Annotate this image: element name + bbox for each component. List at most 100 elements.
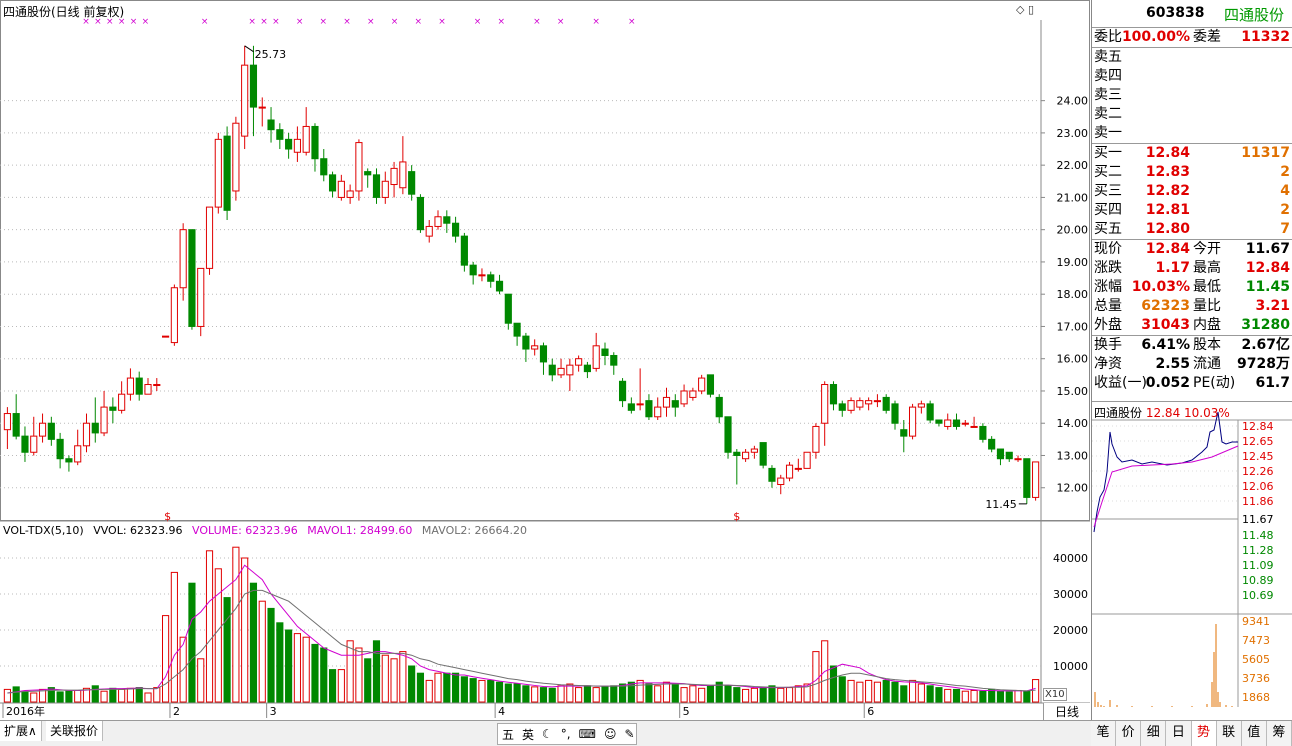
volume-bar [425,679,433,703]
sell-row[interactable]: 卖四 [1092,67,1292,86]
tab-xi[interactable]: 细 [1141,721,1167,746]
buy-row[interactable]: 买五 12.80 7 [1092,220,1292,239]
buy-row[interactable]: 买二 12.83 2 [1092,163,1292,182]
candle-up [917,403,925,408]
punct-icon[interactable]: °, [561,727,571,741]
kline-svg[interactable]: 24.00 23.00 22.00 21.00 20.00 19.00 18.00 17.00… [0,0,1090,720]
tab-ri[interactable]: 日 [1166,721,1192,746]
candle-down [416,196,425,231]
sell-label: 卖一 [1094,125,1122,141]
intraday-svg[interactable]: 12.84 12.65 12.45 12.26 12.06 11.86 11.67 11.48… [1092,402,1292,721]
volume-bar [979,690,987,703]
sell-row[interactable]: 卖三 [1092,86,1292,105]
signal-marker: × [533,17,541,27]
volume-bar [495,681,504,703]
mini-price: 12.84 [1145,406,1181,420]
candle-up [478,274,486,277]
buy-label: 买五 [1094,221,1122,237]
expand-tab[interactable]: 扩展∧ [0,721,42,741]
candle-up [944,419,952,427]
price-tick-label: 17.00 [1057,320,1089,333]
intraday-mini-chart[interactable]: 12.84 12.65 12.45 12.26 12.06 11.86 11.67 11.48… [1092,401,1292,721]
buy-row[interactable]: 买一 12.84 11317 [1092,144,1292,163]
candle-up [153,384,161,387]
volume-bar [645,683,653,703]
volume-bar [241,557,249,703]
buy-vol: 2 [1280,202,1290,218]
volume-bar [1005,691,1013,703]
tab-zhi[interactable]: 值 [1241,721,1267,746]
related-quotes-tab[interactable]: 关联报价 [46,721,104,741]
sell-row[interactable]: 卖五 [1092,48,1292,67]
period-selector[interactable]: 日线 [1043,703,1090,720]
volume-bar [583,685,591,703]
volume-bar [372,640,381,703]
volume-bar [689,685,697,703]
stat-value: 11.67 [1245,241,1290,257]
ime-toolbar[interactable]: 五 英 ☾ °, ⌨ ☺ ✎ [497,723,637,745]
diamond-icon[interactable]: ◇ [1016,3,1024,16]
volume-bar [891,681,899,703]
volume-bar [487,679,495,703]
stat-value: 2.67亿 [1241,337,1290,353]
user-icon[interactable]: ☺ [604,727,617,741]
buy-price: 12.80 [1145,221,1190,237]
stat-row: 净资 2.55 流通 9728万 [1092,355,1292,374]
stat-label: 收益(一) [1094,375,1147,391]
moon-icon[interactable]: ☾ [542,727,553,741]
weibi-row: 委比 100.00% 委差 11332 [1092,28,1292,48]
mavol1-value: MAVOL1: 28499.60 [307,524,413,537]
tab-shi[interactable]: 势 [1191,721,1217,746]
volume-bar [144,692,152,703]
mavol2-value: MAVOL2: 26664.20 [421,524,528,537]
candle-down [12,413,20,437]
volume-bar [197,658,205,703]
candle-down [65,458,73,463]
tab-jia[interactable]: 价 [1116,721,1142,746]
stat-value: 0.052 [1145,375,1190,391]
candle-down [1023,458,1031,498]
volume-tick-label: 20000 [1053,624,1088,637]
vol-indicator-name[interactable]: VOL-TDX(5,10) [3,524,84,537]
stat-row: 涨幅 10.03% 最低 11.45 [1092,278,1292,297]
candle-up [847,400,855,411]
tab-chou[interactable]: 筹 [1266,721,1292,746]
candle-up [205,206,214,269]
volume-bar [205,550,214,703]
restore-icon[interactable]: ▯ [1028,3,1034,16]
stat-value: 2.55 [1155,356,1190,372]
candle-up [970,425,978,428]
volume-bar [293,633,301,703]
kline-chart-area[interactable]: 24.00 23.00 22.00 21.00 20.00 19.00 18.00 17.00… [0,0,1090,720]
volume-bar [531,686,539,703]
buy-row[interactable]: 买三 12.82 4 [1092,182,1292,201]
sell-row[interactable]: 卖一 [1092,124,1292,143]
buy-row[interactable]: 买四 12.81 2 [1092,201,1292,220]
price-tick-label: 18.00 [1057,288,1089,301]
buy-price: 12.84 [1145,145,1190,161]
candle-down [926,403,934,421]
tab-bi[interactable]: 笔 [1091,721,1117,746]
ime-wubi[interactable]: 五 [502,726,514,743]
ime-english[interactable]: 英 [522,726,534,743]
wrench-icon[interactable]: ✎ [624,727,634,741]
sell-row[interactable]: 卖二 [1092,105,1292,124]
quote-header: 603838 四通股份 [1092,0,1292,28]
chart-window-controls[interactable]: ◇ ▯ [1016,3,1034,16]
price-tick-label: 20.00 [1057,224,1089,237]
stock-name[interactable]: 四通股份 [1224,4,1284,25]
tab-lian[interactable]: 联 [1216,721,1242,746]
price-tick-label: 16.00 [1057,353,1089,366]
buy-vol: 11317 [1241,145,1290,161]
buy-label: 买四 [1094,202,1122,218]
x-tick-label: 6 [867,705,874,718]
mini-up-tick: 12.65 [1242,435,1274,448]
dollar-signal: $ [733,510,740,523]
keyboard-icon[interactable]: ⌨ [579,727,596,741]
volume-bar [917,683,925,703]
mini-stock-name: 四通股份 [1094,406,1143,420]
x-tick-label: 3 [270,705,277,718]
volume-bar [381,654,389,703]
candle-down [47,422,55,440]
volume-bar [592,687,600,703]
